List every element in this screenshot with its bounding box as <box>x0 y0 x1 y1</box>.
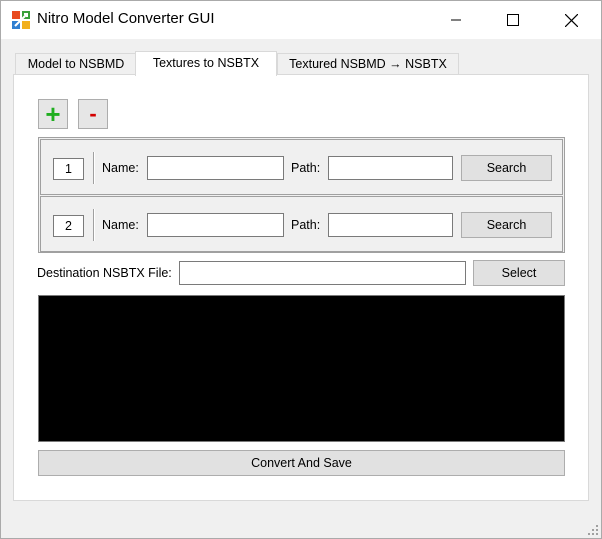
select-button[interactable]: Select <box>473 260 565 286</box>
app-icon <box>12 11 30 29</box>
name-label: Name: <box>102 161 139 175</box>
tab-textured-nsbmd-to-nsbtx[interactable]: Textured NSBMD → NSBTX <box>277 53 459 75</box>
search-button[interactable]: Search <box>461 212 552 238</box>
name-field[interactable] <box>147 213 284 237</box>
row-index: 1 <box>53 158 84 180</box>
texture-list: 1 Name: Path: Search 2 Name: Path: Searc… <box>38 137 565 253</box>
minus-icon: - <box>89 101 97 126</box>
textures-to-nsbtx-panel: + - 1 Name: Path: Search 2 Name: Path: S… <box>13 74 589 501</box>
destination-label: Destination NSBTX File: <box>37 266 172 280</box>
row-index: 2 <box>53 215 84 237</box>
search-button[interactable]: Search <box>461 155 552 181</box>
app-window: Nitro Model Converter GUI Model to NSBMD… <box>0 0 602 539</box>
tab-label: Textures to NSBTX <box>152 56 260 70</box>
name-label: Name: <box>102 218 139 232</box>
name-field[interactable] <box>147 156 284 180</box>
add-texture-button[interactable]: + <box>38 99 68 129</box>
minimize-button[interactable] <box>427 1 485 39</box>
path-field[interactable] <box>328 156 453 180</box>
remove-texture-button[interactable]: - <box>78 99 108 129</box>
path-label: Path: <box>291 218 321 232</box>
tab-model-to-nsbmd[interactable]: Model to NSBMD <box>15 53 137 75</box>
close-button[interactable] <box>542 1 600 39</box>
maximize-button[interactable] <box>484 1 542 39</box>
maximize-icon <box>507 14 519 26</box>
tab-label: Textured NSBMD → NSBTX <box>289 57 447 71</box>
tab-textures-to-nsbtx[interactable]: Textures to NSBTX <box>135 51 277 76</box>
texture-row: 1 Name: Path: Search <box>40 139 563 195</box>
row-divider <box>93 152 95 184</box>
title-bar[interactable]: Nitro Model Converter GUI <box>1 1 601 39</box>
output-console <box>38 295 565 442</box>
plus-icon: + <box>45 99 61 129</box>
texture-row: 2 Name: Path: Search <box>40 196 563 252</box>
path-field[interactable] <box>328 213 453 237</box>
minimize-icon <box>451 19 461 21</box>
path-label: Path: <box>291 161 321 175</box>
tab-bar: Model to NSBMD Textures to NSBTX Texture… <box>13 51 573 76</box>
destination-field[interactable] <box>179 261 466 285</box>
row-divider <box>93 209 95 241</box>
window-title: Nitro Model Converter GUI <box>37 10 215 27</box>
tab-label: Model to NSBMD <box>27 57 125 71</box>
resize-grip-icon[interactable] <box>587 524 599 536</box>
convert-and-save-button[interactable]: Convert And Save <box>38 450 565 476</box>
close-icon <box>564 13 578 27</box>
